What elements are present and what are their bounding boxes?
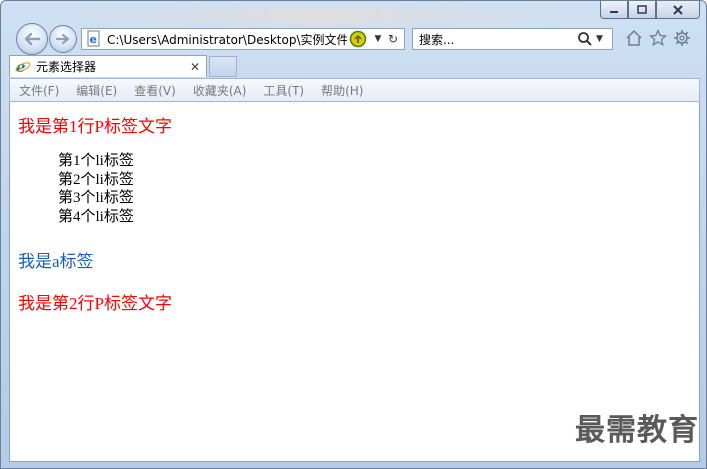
- page-icon: e: [87, 30, 100, 47]
- minimize-button[interactable]: [600, 1, 628, 19]
- browser-window: e C:\Users\Administrator\Desktop\实例文件 ▼ …: [0, 0, 707, 469]
- toolbar-icons: [624, 28, 692, 48]
- search-dropdown-icon[interactable]: ▼: [596, 34, 608, 44]
- home-button[interactable]: [624, 28, 644, 48]
- star-icon: [649, 29, 667, 47]
- ie-logo-icon: e: [15, 59, 31, 75]
- favorites-button[interactable]: [648, 28, 668, 48]
- svg-text:e: e: [90, 33, 97, 46]
- menu-file[interactable]: 文件(F): [10, 82, 67, 99]
- paragraph-1: 我是第1行P标签文字: [18, 117, 172, 136]
- back-button[interactable]: [16, 23, 48, 55]
- tab-title: 元素选择器: [36, 60, 97, 74]
- arrow-left-icon: [24, 32, 41, 46]
- minimize-icon: [610, 10, 618, 13]
- compatibility-view-icon[interactable]: [349, 30, 367, 48]
- address-url[interactable]: C:\Users\Administrator\Desktop\实例文件: [107, 31, 347, 48]
- address-dropdown-icon[interactable]: ▼: [371, 34, 385, 44]
- menu-help[interactable]: 帮助(H): [312, 82, 371, 99]
- list-item: 第4个li标签: [58, 208, 134, 225]
- arrow-right-icon: [55, 33, 70, 45]
- menu-view[interactable]: 查看(V): [125, 82, 184, 99]
- tab-close-icon[interactable]: ✕: [188, 60, 202, 74]
- a-link[interactable]: 我是a标签: [18, 247, 94, 272]
- new-tab-button[interactable]: [209, 56, 237, 77]
- maximize-icon: [637, 4, 647, 14]
- menu-edit[interactable]: 编辑(E): [67, 82, 125, 99]
- titlebar-glow: [71, 7, 571, 25]
- search-box[interactable]: 搜索... ▼: [412, 28, 613, 50]
- search-input[interactable]: 搜索...: [419, 31, 576, 48]
- menu-favorites[interactable]: 收藏夹(A): [184, 82, 255, 99]
- home-icon: [626, 29, 642, 46]
- list: 第1个li标签 第2个li标签 第3个li标签 第4个li标签: [58, 152, 134, 226]
- close-icon: [673, 4, 683, 15]
- page-content: 我是第1行P标签文字 第1个li标签 第2个li标签 第3个li标签 第4个li…: [9, 102, 700, 462]
- maximize-button[interactable]: [628, 1, 656, 19]
- close-window-button[interactable]: [656, 1, 700, 19]
- menu-bar: 文件(F) 编辑(E) 查看(V) 收藏夹(A) 工具(T) 帮助(H): [9, 78, 700, 102]
- list-item: 第3个li标签: [58, 190, 134, 206]
- tab-element-selector[interactable]: e 元素选择器 ✕: [9, 55, 207, 77]
- caption-buttons: [600, 1, 700, 21]
- refresh-icon[interactable]: ↻: [385, 32, 401, 46]
- list-item: 第2个li标签: [58, 171, 134, 188]
- list-item: 第1个li标签: [58, 153, 134, 169]
- paragraph-2: 我是第2行P标签文字: [18, 294, 172, 313]
- address-bar[interactable]: e C:\Users\Administrator\Desktop\实例文件 ▼ …: [81, 28, 405, 50]
- menu-tools[interactable]: 工具(T): [254, 82, 312, 99]
- search-icon[interactable]: [576, 31, 594, 47]
- watermark: 最需教育: [575, 413, 699, 448]
- forward-button[interactable]: [49, 25, 77, 53]
- gear-icon: [674, 30, 690, 46]
- tools-button[interactable]: [672, 28, 692, 48]
